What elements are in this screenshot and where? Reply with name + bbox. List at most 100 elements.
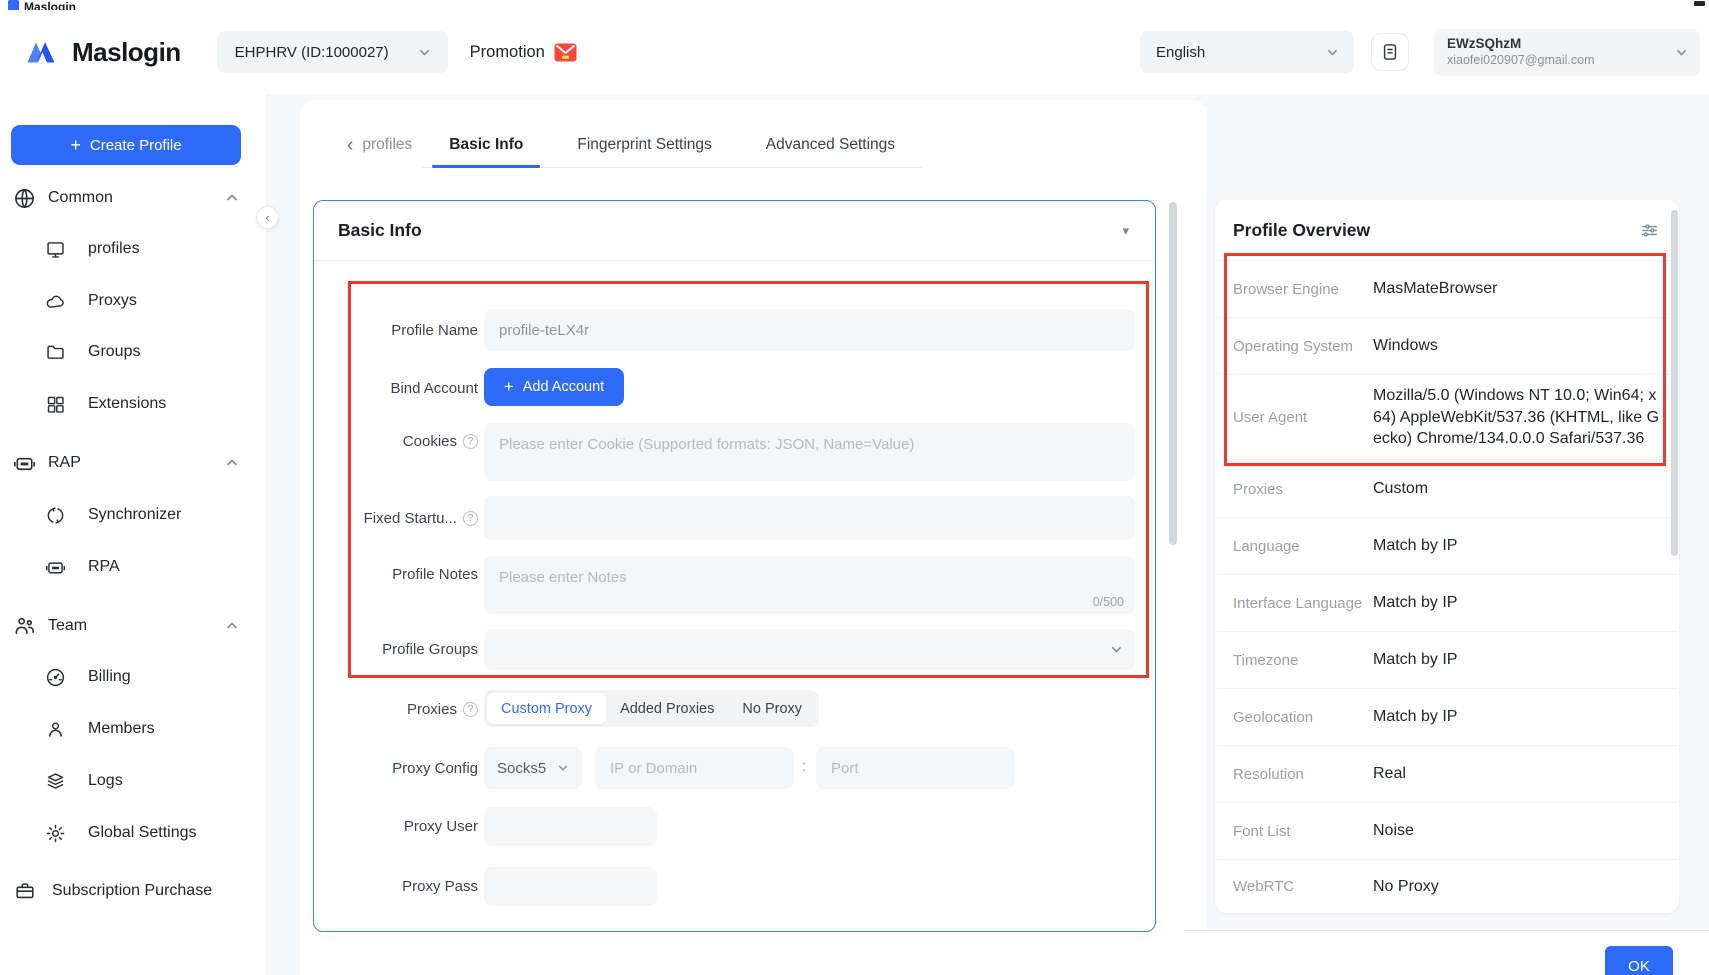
overview-label: User Agent <box>1233 409 1373 426</box>
overview-scrollbar[interactable] <box>1671 210 1678 556</box>
overview-value: Real <box>1373 763 1663 785</box>
proxy-option-added[interactable]: Added Proxies <box>606 693 728 724</box>
sidebar-section-common[interactable]: Common <box>0 182 266 214</box>
proxy-user-input[interactable] <box>484 807 657 846</box>
sidebar-collapse-button[interactable]: ‹ <box>256 206 279 229</box>
team-icon <box>13 615 36 638</box>
proxy-ip-input[interactable] <box>595 747 794 789</box>
overview-value: Match by IP <box>1373 592 1663 614</box>
chevron-left-icon: ‹ <box>265 210 269 225</box>
basic-info-section: Basic Info ▾ Profile Name Bind Account +… <box>313 200 1156 932</box>
overview-label: Proxies <box>1233 481 1373 498</box>
profile-name-input[interactable] <box>484 309 1135 351</box>
sidebar-section-team[interactable]: Team <box>0 610 266 642</box>
basic-info-header[interactable]: Basic Info ▾ <box>314 201 1155 261</box>
overview-value: Match by IP <box>1373 535 1663 557</box>
profile-groups-select[interactable] <box>484 629 1135 670</box>
cloud-icon <box>45 291 66 312</box>
chevron-down-icon <box>419 47 430 58</box>
overview-row-user-agent: User Agent Mozilla/5.0 (Windows NT 10.0;… <box>1217 374 1677 460</box>
sliders-icon[interactable] <box>1640 221 1659 240</box>
sidebar-item-label: Proxys <box>88 292 137 310</box>
overview-row-operating-system: Operating System Windows <box>1217 317 1677 374</box>
add-account-button[interactable]: + Add Account <box>484 368 624 406</box>
user-account-menu[interactable]: EWzSQhzM xiaofei020907@gmail.com <box>1434 29 1700 76</box>
sidebar-item-profiles[interactable]: profiles <box>0 233 266 265</box>
overview-label: Timezone <box>1233 652 1373 669</box>
overview-value: Windows <box>1373 335 1663 357</box>
create-profile-button[interactable]: + Create Profile <box>11 125 241 165</box>
window-titlebar: Maslogin <box>0 0 1709 10</box>
overview-label: Interface Language <box>1233 595 1373 612</box>
workspace-selector[interactable]: EHPHRV (ID:1000027) <box>217 31 448 73</box>
sidebar-item-global-settings[interactable]: Global Settings <box>0 817 266 849</box>
proxy-protocol-select[interactable]: Socks5 <box>484 747 582 789</box>
main-scrollbar[interactable] <box>1169 202 1177 545</box>
sidebar-item-extensions[interactable]: Extensions <box>0 388 266 420</box>
fixed-startup-input[interactable] <box>484 496 1135 540</box>
overview-label: Browser Engine <box>1233 281 1373 298</box>
robot-icon <box>45 557 66 578</box>
proxy-port-input[interactable] <box>816 747 1015 789</box>
document-button[interactable] <box>1371 33 1409 71</box>
chevron-down-icon <box>1327 47 1338 58</box>
collapse-caret-icon[interactable]: ▾ <box>1122 223 1129 239</box>
window-app-icon <box>8 0 19 10</box>
sidebar-item-label: Billing <box>88 668 131 686</box>
ok-button[interactable]: OK <box>1605 946 1673 975</box>
sidebar-item-synchronizer[interactable]: Synchronizer <box>0 499 266 531</box>
profile-overview-header: Profile Overview <box>1215 200 1679 260</box>
sync-icon <box>45 505 66 526</box>
overview-row-proxies: Proxies Custom <box>1217 460 1677 517</box>
tab-advanced-settings[interactable]: Advanced Settings <box>739 122 922 167</box>
sidebar-section-label: RAP <box>48 454 81 472</box>
profile-notes-textarea[interactable] <box>484 556 1135 614</box>
overview-label: Geolocation <box>1233 709 1373 726</box>
monitor-icon <box>45 239 66 260</box>
maslogin-logo-icon <box>24 35 62 69</box>
sidebar-item-rpa[interactable]: RPA <box>0 551 266 583</box>
footer-bar: OK <box>1183 930 1709 975</box>
overview-value: MasMateBrowser <box>1373 278 1663 300</box>
window-title: Maslogin <box>24 0 76 10</box>
tab-fingerprint-settings[interactable]: Fingerprint Settings <box>550 122 738 167</box>
sidebar-section-rap[interactable]: RAP <box>0 447 266 479</box>
tab-label: Advanced Settings <box>766 136 895 154</box>
proxy-option-custom[interactable]: Custom Proxy <box>487 693 606 724</box>
back-to-profiles[interactable]: ‹ profiles <box>347 136 412 155</box>
proxy-option-none[interactable]: No Proxy <box>728 693 816 724</box>
overview-row-interface-language: Interface Language Match by IP <box>1217 574 1677 631</box>
language-selector[interactable]: English <box>1140 31 1354 73</box>
tab-basic-info[interactable]: Basic Info <box>422 122 550 167</box>
profile-groups-label: Profile Groups <box>346 639 478 659</box>
plus-icon: + <box>70 136 81 154</box>
help-icon[interactable]: ? <box>463 511 478 526</box>
overview-label: Language <box>1233 538 1373 555</box>
top-header: Maslogin EHPHRV (ID:1000027) Promotion E… <box>0 10 1709 94</box>
proxy-protocol-value: Socks5 <box>497 760 546 777</box>
sidebar-item-proxys[interactable]: Proxys <box>0 285 266 317</box>
sidebar-item-members[interactable]: Members <box>0 713 266 745</box>
overview-label: Operating System <box>1233 338 1373 355</box>
sidebar-item-label: Global Settings <box>88 824 197 842</box>
workspace-name: EHPHRV (ID:1000027) <box>235 44 389 61</box>
help-icon[interactable]: ? <box>463 434 478 449</box>
sidebar-item-subscription-purchase[interactable]: Subscription Purchase <box>0 875 266 907</box>
window-control-fragment <box>1694 1 1705 6</box>
chevron-down-icon <box>1676 47 1687 58</box>
overview-value: Custom <box>1373 478 1663 500</box>
tab-label: Fingerprint Settings <box>577 136 711 154</box>
sidebar-item-groups[interactable]: Groups <box>0 336 266 368</box>
sidebar-item-billing[interactable]: Billing <box>0 661 266 693</box>
sidebar-item-label: Logs <box>88 772 123 790</box>
overview-row-font-list: Font List Noise <box>1217 802 1677 859</box>
promotion-link[interactable]: Promotion <box>470 43 577 62</box>
sidebar-item-logs[interactable]: Logs <box>0 765 266 797</box>
basic-info-title: Basic Info <box>338 220 422 241</box>
user-name: EWzSQhzM <box>1447 36 1595 53</box>
proxy-pass-input[interactable] <box>484 867 657 906</box>
cookies-textarea[interactable] <box>484 423 1135 481</box>
help-icon[interactable]: ? <box>463 702 478 717</box>
sidebar-item-label: Subscription Purchase <box>52 882 212 900</box>
robot-icon <box>13 452 36 475</box>
